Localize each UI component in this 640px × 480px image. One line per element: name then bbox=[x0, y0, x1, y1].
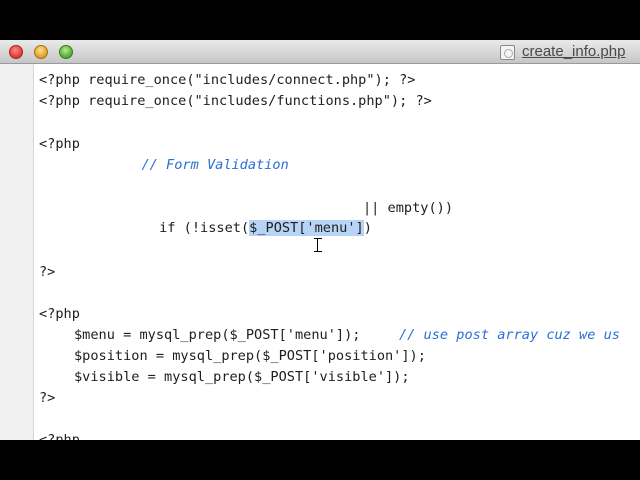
code-line[interactable]: ?> bbox=[39, 262, 55, 282]
code-line[interactable]: <?php bbox=[39, 304, 80, 324]
code-line[interactable]: if (!isset($_POST['menu']) bbox=[110, 198, 372, 236]
code-comment[interactable]: // Form Validation bbox=[76, 155, 288, 175]
close-window-button[interactable] bbox=[9, 45, 23, 59]
code-line[interactable]: <?php require_once("includes/functions.p… bbox=[39, 91, 432, 111]
code-line[interactable]: $menu = mysql_prep($_POST['menu']); bbox=[74, 325, 360, 345]
code-if-statement: if (!isset( bbox=[159, 220, 250, 236]
code-paren: ) bbox=[363, 220, 372, 236]
code-line[interactable]: <?php require_once("includes/connect.php… bbox=[39, 70, 415, 90]
window-title: create_info.php bbox=[522, 43, 626, 60]
code-line[interactable]: ?> bbox=[39, 388, 55, 408]
ibeam-cursor-icon bbox=[314, 238, 322, 252]
code-line[interactable]: $position = mysql_prep($_POST['position'… bbox=[74, 346, 426, 366]
code-line[interactable]: <?php bbox=[39, 430, 80, 440]
minimize-window-button[interactable] bbox=[34, 45, 48, 59]
editor-window: create_info.php <?php require_once("incl… bbox=[0, 40, 640, 440]
selected-text[interactable]: $_POST['menu'] bbox=[249, 220, 364, 236]
code-line[interactable]: $visible = mysql_prep($_POST['visible'])… bbox=[74, 367, 410, 387]
code-line[interactable]: <?php bbox=[39, 134, 80, 154]
code-comment[interactable]: // use post array cuz we us bbox=[399, 325, 620, 345]
editor-gutter bbox=[0, 64, 34, 440]
document-proxy-icon[interactable] bbox=[500, 45, 515, 60]
zoom-window-button[interactable] bbox=[59, 45, 73, 59]
code-editor[interactable]: <?php require_once("includes/connect.php… bbox=[34, 64, 640, 440]
code-line[interactable]: || empty()) bbox=[363, 198, 453, 218]
title-bar[interactable]: create_info.php bbox=[0, 40, 640, 64]
